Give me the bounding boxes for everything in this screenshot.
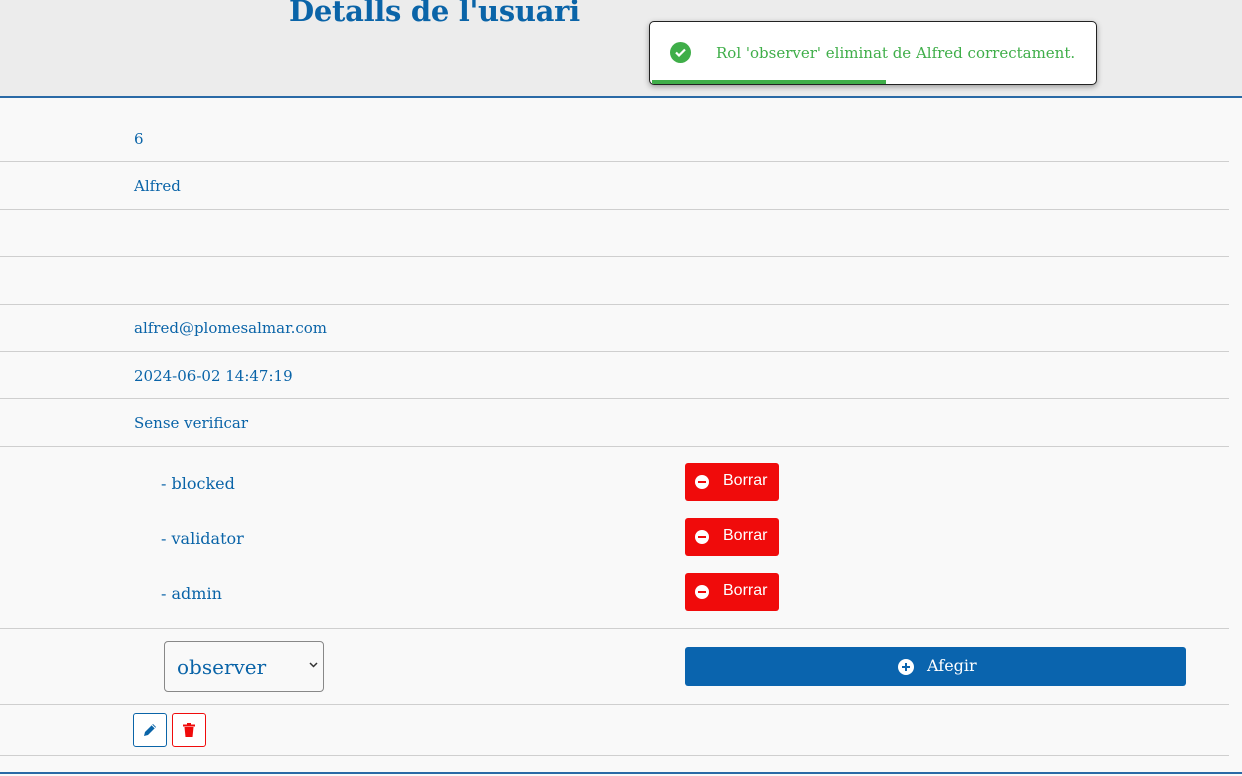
remove-role-admin-button[interactable]: Borrar (685, 573, 779, 611)
user-created-date: 2024-06-02 14:47:19 (134, 367, 293, 385)
delete-user-button[interactable] (172, 713, 206, 747)
toast-message: Rol 'observer' eliminat de Alfred correc… (716, 44, 1076, 62)
edit-user-button[interactable] (133, 713, 167, 747)
minus-circle-icon (695, 585, 709, 599)
success-toast[interactable]: Rol 'observer' eliminat de Alfred correc… (649, 21, 1097, 85)
detail-row-created: 2024-06-02 14:47:19 (0, 352, 1229, 399)
page-title: Detalls de l'usuari (289, 0, 580, 28)
header-divider (0, 96, 1242, 98)
detail-row-email: alfred@plomesalmar.com (0, 305, 1229, 352)
detail-row-name: Alfred (0, 162, 1229, 210)
role-label-validator: - validator (161, 529, 244, 548)
remove-role-validator-button[interactable]: Borrar (685, 518, 779, 556)
role-select-value: observer (177, 655, 267, 679)
detail-row-empty-2 (0, 257, 1229, 305)
detail-row-id: 6 (0, 115, 1229, 162)
minus-circle-icon (695, 475, 709, 489)
pencil-icon (144, 724, 156, 736)
add-role-button[interactable]: Afegir (685, 647, 1186, 686)
user-id: 6 (134, 130, 144, 148)
role-select[interactable]: observer (164, 641, 324, 692)
user-email: alfred@plomesalmar.com (134, 319, 328, 337)
chevron-down-icon (309, 662, 318, 668)
detail-row-empty-1 (0, 210, 1229, 257)
role-label-blocked: - blocked (161, 474, 235, 493)
user-name: Alfred (134, 177, 181, 195)
role-label-admin: - admin (161, 584, 222, 603)
trash-icon (183, 723, 195, 737)
remove-role-blocked-button[interactable]: Borrar (685, 463, 779, 501)
toast-progress-bar (652, 80, 886, 84)
check-circle-icon (670, 42, 691, 63)
plus-circle-icon (898, 659, 914, 675)
detail-row-status: Sense verificar (0, 399, 1229, 447)
user-verification-status: Sense verificar (134, 414, 248, 432)
minus-circle-icon (695, 530, 709, 544)
footer-divider (0, 772, 1242, 774)
